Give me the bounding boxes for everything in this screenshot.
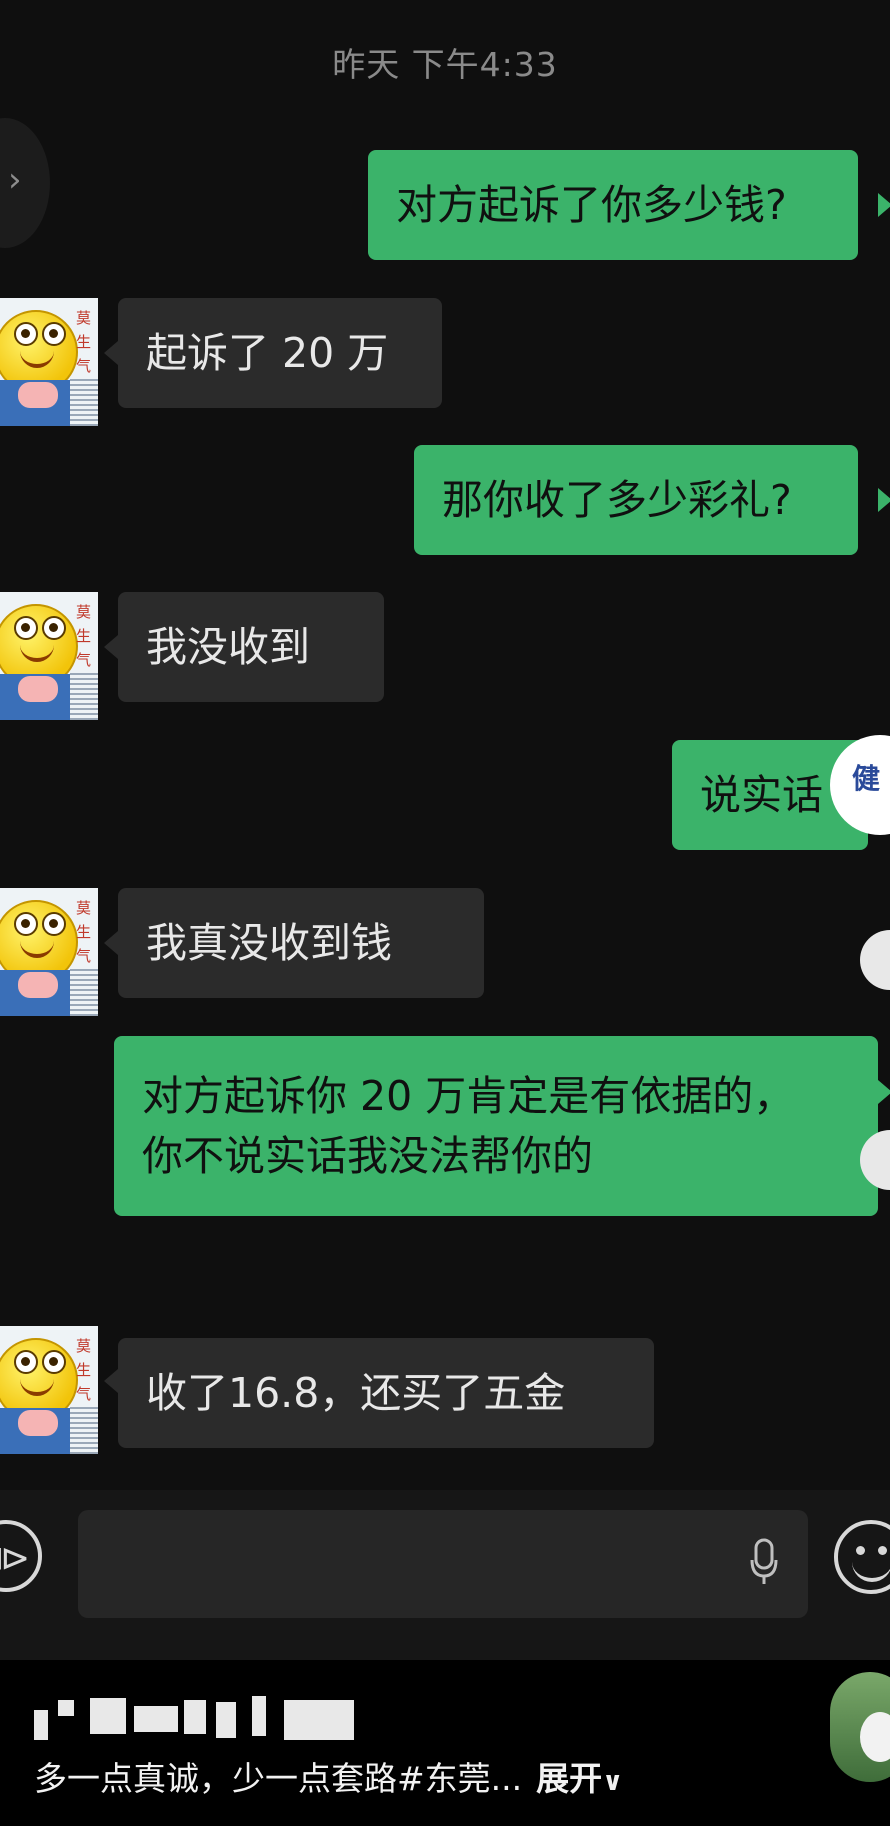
bubble-tail bbox=[878, 1080, 890, 1104]
avatar-caption: 莫生气 bbox=[76, 899, 92, 965]
caption-text: 多一点真诚，少一点套路#东莞... bbox=[34, 1759, 523, 1798]
chevron-down-icon: ∨ bbox=[602, 1767, 624, 1797]
bubble-tail bbox=[878, 193, 890, 217]
message-text: 对方起诉你 20 万肯定是有依据的， 你不说实话我没法帮你的 bbox=[142, 1072, 795, 1180]
bubble-tail bbox=[878, 488, 890, 512]
bubble-tail bbox=[104, 341, 118, 365]
chevron-right-icon[interactable]: › bbox=[8, 160, 22, 200]
contact-avatar[interactable]: 莫生气 bbox=[0, 592, 98, 720]
message-bubble-received[interactable]: 我真没收到钱 bbox=[118, 888, 484, 998]
message-bubble-sent[interactable]: 那你收了多少彩礼? bbox=[414, 445, 858, 555]
message-text: 那你收了多少彩礼? bbox=[442, 476, 792, 524]
message-text: 对方起诉了你多少钱? bbox=[396, 181, 787, 229]
message-text: 收了16.8，还买了五金 bbox=[146, 1369, 566, 1417]
avatar-caption: 莫生气 bbox=[76, 309, 92, 375]
message-text: 说实话 bbox=[700, 771, 823, 819]
avatar-caption: 莫生气 bbox=[76, 1337, 92, 1403]
contact-avatar[interactable]: 莫生气 bbox=[0, 888, 98, 1016]
bubble-tail bbox=[104, 931, 118, 955]
emoji-icon[interactable] bbox=[834, 1520, 890, 1594]
edge-circle bbox=[860, 930, 890, 990]
message-input[interactable] bbox=[78, 1510, 808, 1618]
voice-icon[interactable]: ⧐ bbox=[0, 1520, 42, 1592]
message-text: 起诉了 20 万 bbox=[146, 329, 389, 377]
author-avatar[interactable] bbox=[830, 1672, 890, 1782]
message-bubble-received[interactable]: 我没收到 bbox=[118, 592, 384, 702]
avatar-caption: 莫生气 bbox=[76, 603, 92, 669]
message-text: 我没收到 bbox=[146, 623, 310, 671]
contact-avatar[interactable]: 莫生气 bbox=[0, 298, 98, 426]
input-bar: ⧐ bbox=[0, 1490, 890, 1660]
message-bubble-sent[interactable]: 对方起诉了你多少钱? bbox=[368, 150, 858, 260]
message-text: 我真没收到钱 bbox=[146, 919, 392, 967]
video-footer: 多一点真诚，少一点套路#东莞... 展开∨ bbox=[0, 1660, 890, 1826]
expand-link[interactable]: 展开∨ bbox=[536, 1759, 623, 1798]
contact-avatar[interactable]: 莫生气 bbox=[0, 1326, 98, 1454]
video-caption[interactable]: 多一点真诚，少一点套路#东莞... 展开∨ bbox=[34, 1752, 623, 1800]
message-bubble-received[interactable]: 起诉了 20 万 bbox=[118, 298, 442, 408]
bubble-tail bbox=[104, 1369, 118, 1393]
bubble-tail bbox=[104, 635, 118, 659]
chat-timestamp: 昨天 下午4:33 bbox=[332, 45, 558, 84]
message-bubble-sent[interactable]: 对方起诉你 20 万肯定是有依据的， 你不说实话我没法帮你的 bbox=[114, 1036, 878, 1216]
message-bubble-received[interactable]: 收了16.8，还买了五金 bbox=[118, 1338, 654, 1448]
microphone-icon[interactable] bbox=[750, 1538, 778, 1586]
